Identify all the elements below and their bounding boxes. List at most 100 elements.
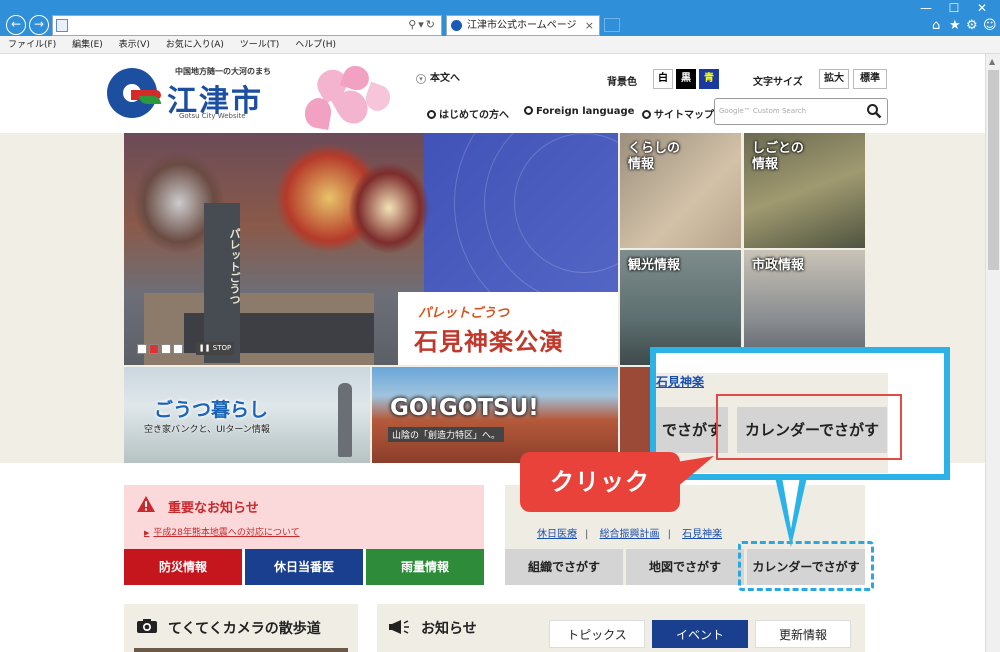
close-tab-icon[interactable]: × <box>585 16 594 35</box>
link-holiday-medical[interactable]: 休日医療 <box>537 529 577 540</box>
chevron-down-icon: ▾ <box>416 74 426 84</box>
bg-blue-button[interactable]: 青 <box>699 69 719 89</box>
bg-white-button[interactable]: 白 <box>653 69 673 89</box>
search-icon[interactable] <box>866 103 882 119</box>
tab-events[interactable]: イベント <box>652 620 748 648</box>
slide-dot[interactable] <box>137 344 147 354</box>
skip-to-content-link[interactable]: ▾ 本文へ <box>416 69 460 84</box>
site-logo[interactable]: 中国地方随一の大河のまち 江津市 Gotsu City Website <box>107 66 307 126</box>
scrollbar-thumb[interactable] <box>988 70 999 270</box>
slide-dot[interactable] <box>173 344 183 354</box>
font-standard-button[interactable]: 標準 <box>853 69 887 89</box>
bg-black-button[interactable]: 黒 <box>676 69 696 89</box>
font-size-label: 文字サイズ <box>753 77 803 88</box>
menu-view[interactable]: 表示(V) <box>119 40 150 50</box>
camera-walk-title: てくてくカメラの散歩道 <box>168 621 321 637</box>
menu-favorites[interactable]: お気に入り(A) <box>166 40 224 50</box>
address-tools-icon[interactable]: ⚲▾↻ <box>408 18 437 31</box>
logo-english-name: Gotsu City Website <box>179 112 246 120</box>
tile-work-label: しごとの 情報 <box>752 141 804 172</box>
nav-foreign-language[interactable]: Foreign language <box>524 106 634 117</box>
hero-caption: パレットごうつ 石見神楽公演 <box>398 292 618 365</box>
link-iwami-kagura[interactable]: 石見神楽 <box>682 529 722 540</box>
holiday-doctor-button[interactable]: 休日当番医 <box>245 549 363 585</box>
search-quick-links: 休日医療 | 総合振興計画 | 石見神楽 <box>537 525 730 540</box>
slide-dot-active[interactable] <box>149 344 159 354</box>
site-search-input[interactable]: Google™ Custom Search <box>714 98 888 125</box>
click-pointer-arrow <box>676 456 714 488</box>
tile-city-admin-label: 市政情報 <box>752 258 805 273</box>
callout-red-highlight <box>716 394 902 460</box>
settings-gear-icon[interactable]: ⚙ <box>966 18 978 33</box>
vertical-scrollbar[interactable]: ▲ <box>985 54 1000 652</box>
camera-icon <box>137 619 157 633</box>
hero-subtitle: パレットごうつ <box>418 306 510 321</box>
circle-bullet-icon <box>642 110 651 119</box>
favorites-star-icon[interactable]: ★ <box>949 18 961 33</box>
search-by-org-button[interactable]: 組織でさがす <box>505 549 623 585</box>
tab-title: 江津市公式ホームページ <box>467 20 577 31</box>
camera-walk-section: てくてくカメラの散歩道 <box>124 604 358 652</box>
menu-tools[interactable]: ツール(T) <box>240 40 280 50</box>
nav-first-time-label: はじめての方へ <box>439 110 509 121</box>
circle-bullet-icon <box>427 110 436 119</box>
notice-title: 重要なお知らせ <box>168 501 259 516</box>
camera-photo-strip <box>134 648 348 652</box>
notice-link-label: 平成28年熊本地震への対応について <box>153 528 300 538</box>
calendar-button-highlight <box>738 541 874 591</box>
bg-color-label: 背景色 <box>607 77 637 88</box>
disaster-info-button[interactable]: 防災情報 <box>124 549 242 585</box>
banner-go-gotsu[interactable]: GO!GOTSU! 山陰の「創造力特区」へ。 <box>372 367 618 463</box>
link-master-plan[interactable]: 総合振興計画 <box>600 529 660 540</box>
nav-foreign-language-label: Foreign language <box>536 106 635 117</box>
smiley-icon[interactable]: ☺ <box>983 18 997 33</box>
banner-gotsu-living[interactable]: ごうつ暮らし 空き家バンクと、UIターン情報 <box>124 367 370 463</box>
triangle-bullet-icon: ▶ <box>144 529 150 537</box>
person-figure <box>338 383 352 457</box>
banner-partial[interactable] <box>620 367 652 463</box>
menu-edit[interactable]: 編集(E) <box>72 40 103 50</box>
megaphone-icon <box>389 620 409 634</box>
cherry-blossom-decoration <box>295 62 405 132</box>
maximize-icon[interactable]: ☐ <box>940 0 968 16</box>
circle-bullet-icon <box>524 106 533 115</box>
address-bar[interactable]: ⚲▾↻ <box>52 15 442 36</box>
forward-icon[interactable]: → <box>29 15 49 35</box>
rainfall-info-button[interactable]: 雨量情報 <box>366 549 484 585</box>
page-icon <box>56 19 68 32</box>
tile-living-info[interactable]: くらしの 情報 <box>620 133 741 248</box>
search-by-map-button[interactable]: 地図でさがす <box>626 549 744 585</box>
skip-link-label: 本文へ <box>430 73 460 84</box>
banner2-subtitle: 山陰の「創造力特区」へ。 <box>388 427 505 442</box>
callout-header-link: 石見神楽 <box>656 375 705 389</box>
banner1-title: ごうつ暮らし <box>154 399 269 421</box>
banner1-subtitle: 空き家バンクと、UIターン情報 <box>144 425 270 435</box>
slide-indicators <box>137 343 185 357</box>
menu-file[interactable]: ファイル(F) <box>8 40 56 50</box>
tab-topics[interactable]: トピックス <box>549 620 645 648</box>
news-title: お知らせ <box>421 621 477 637</box>
notice-link[interactable]: ▶ 平成28年熊本地震への対応について <box>144 525 300 538</box>
tab-updates[interactable]: 更新情報 <box>755 620 851 648</box>
slide-dot[interactable] <box>161 344 171 354</box>
menu-help[interactable]: ヘルプ(H) <box>295 40 336 50</box>
nav-first-time[interactable]: はじめての方へ <box>427 106 509 121</box>
separator: | <box>667 529 671 540</box>
menu-bar: ファイル(F) 編集(E) 表示(V) お気に入り(A) ツール(T) ヘルプ(… <box>0 36 1000 54</box>
slideshow-stop-button[interactable]: ❚❚ STOP <box>196 342 234 355</box>
close-window-icon[interactable]: ✕ <box>968 0 996 16</box>
font-enlarge-button[interactable]: 拡大 <box>819 69 849 89</box>
scroll-up-icon[interactable]: ▲ <box>989 57 995 66</box>
back-icon[interactable]: ← <box>6 15 26 35</box>
callout-tail-inner <box>782 477 800 529</box>
search-placeholder: Google™ Custom Search <box>719 107 807 115</box>
nav-sitemap[interactable]: サイトマップ <box>642 106 714 121</box>
emblem-green-leaf <box>139 96 161 104</box>
new-tab-button[interactable] <box>604 18 620 32</box>
home-icon[interactable]: ⌂ <box>932 18 940 33</box>
kagura-dancer-2 <box>349 163 429 253</box>
browser-tab[interactable]: 江津市公式ホームページ × <box>446 15 600 36</box>
favicon-icon <box>451 20 462 31</box>
minimize-icon[interactable]: — <box>912 0 940 16</box>
tile-work-info[interactable]: しごとの 情報 <box>744 133 865 248</box>
